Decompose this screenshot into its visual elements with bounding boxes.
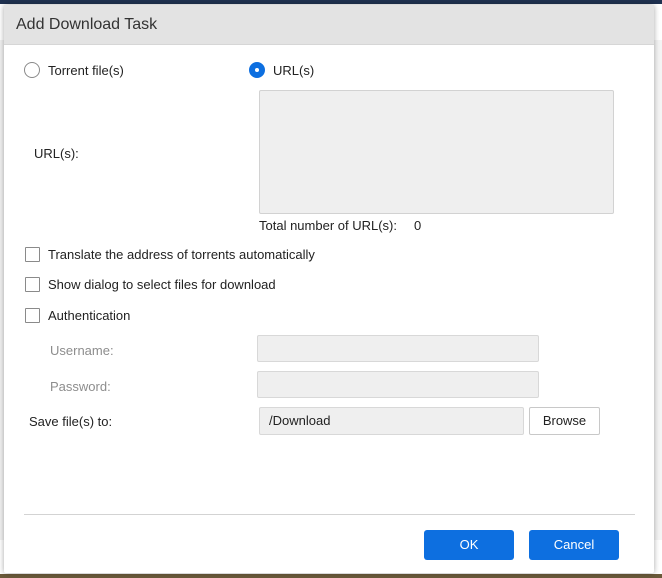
url-field-label: URL(s):	[34, 146, 79, 161]
translate-address-checkbox[interactable]	[25, 247, 40, 262]
username-label: Username:	[50, 343, 114, 358]
dialog-title: Add Download Task	[16, 16, 158, 33]
total-urls-count: 0	[414, 218, 422, 233]
authentication-label[interactable]: Authentication	[48, 308, 130, 323]
ok-button[interactable]: OK	[424, 530, 514, 560]
cancel-button[interactable]: Cancel	[529, 530, 619, 560]
save-to-label: Save file(s) to:	[29, 414, 113, 429]
save-path-input[interactable]: /Download	[259, 407, 524, 435]
password-label: Password:	[50, 379, 111, 394]
password-input[interactable]	[257, 371, 539, 398]
browse-button[interactable]: Browse	[529, 407, 600, 435]
background-right-edge	[654, 40, 662, 540]
username-input[interactable]	[257, 335, 539, 362]
torrent-file-radio[interactable]	[24, 62, 40, 78]
background-top-bar	[0, 0, 662, 4]
url-textarea[interactable]	[259, 90, 614, 214]
add-download-task-dialog: Add Download Task Torrent file(s) URL(s)…	[4, 5, 654, 573]
url-radio[interactable]	[249, 62, 265, 78]
footer-divider	[24, 514, 635, 515]
torrent-file-label[interactable]: Torrent file(s)	[48, 63, 124, 78]
total-urls-label: Total number of URL(s):	[259, 218, 397, 233]
authentication-checkbox[interactable]	[25, 308, 40, 323]
show-dialog-checkbox[interactable]	[25, 277, 40, 292]
translate-address-label[interactable]: Translate the address of torrents automa…	[48, 247, 315, 262]
show-dialog-label[interactable]: Show dialog to select files for download	[48, 277, 276, 292]
background-bottom-bar	[0, 574, 662, 578]
url-radio-label[interactable]: URL(s)	[273, 63, 314, 78]
dialog-header: Add Download Task	[4, 5, 654, 45]
